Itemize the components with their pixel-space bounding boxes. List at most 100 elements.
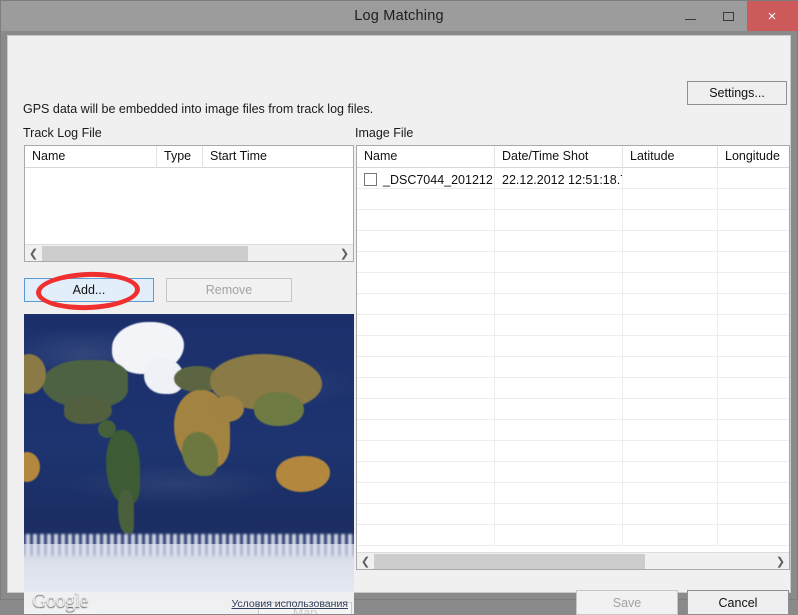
empty-cell-longitude[interactable] — [718, 441, 789, 462]
cancel-button[interactable]: Cancel — [687, 590, 789, 615]
empty-cell-longitude[interactable] — [718, 504, 789, 525]
empty-cell-datetime[interactable] — [495, 273, 623, 294]
table-row[interactable] — [357, 294, 789, 315]
track-log-hscrollbar[interactable]: ❮ ❯ — [25, 244, 353, 261]
empty-cell-longitude[interactable] — [718, 273, 789, 294]
empty-cell-datetime[interactable] — [495, 189, 623, 210]
table-row[interactable] — [357, 462, 789, 483]
empty-cell-datetime[interactable] — [495, 252, 623, 273]
empty-cell-name[interactable] — [357, 420, 495, 441]
track-log-scroll-thumb[interactable] — [42, 245, 248, 261]
empty-cell-name[interactable] — [357, 378, 495, 399]
empty-cell-datetime[interactable] — [495, 315, 623, 336]
table-row[interactable] — [357, 441, 789, 462]
image-file-cell-longitude[interactable] — [718, 168, 789, 189]
empty-cell-longitude[interactable] — [718, 483, 789, 504]
image-file-cell-latitude[interactable] — [623, 168, 718, 189]
table-row[interactable] — [357, 273, 789, 294]
empty-cell-latitude[interactable] — [623, 399, 718, 420]
empty-cell-latitude[interactable] — [623, 252, 718, 273]
table-row[interactable] — [357, 231, 789, 252]
image-file-scroll-track[interactable] — [374, 552, 772, 569]
empty-cell-datetime[interactable] — [495, 336, 623, 357]
empty-cell-longitude[interactable] — [718, 420, 789, 441]
empty-cell-longitude[interactable] — [718, 294, 789, 315]
empty-cell-longitude[interactable] — [718, 210, 789, 231]
empty-cell-latitude[interactable] — [623, 273, 718, 294]
empty-cell-latitude[interactable] — [623, 336, 718, 357]
track-log-header-start-time[interactable]: Start Time — [203, 146, 353, 168]
empty-cell-datetime[interactable] — [495, 483, 623, 504]
empty-cell-datetime[interactable] — [495, 441, 623, 462]
image-file-scroll-thumb[interactable] — [374, 553, 645, 569]
empty-cell-latitude[interactable] — [623, 504, 718, 525]
empty-cell-name[interactable] — [357, 357, 495, 378]
image-file-header-latitude[interactable]: Latitude — [623, 146, 718, 168]
track-log-scroll-track[interactable] — [42, 244, 336, 261]
minimize-button[interactable] — [671, 1, 709, 31]
empty-cell-latitude[interactable] — [623, 315, 718, 336]
image-file-hscrollbar[interactable]: ❮ ❯ — [357, 552, 789, 569]
empty-cell-name[interactable] — [357, 399, 495, 420]
empty-cell-latitude[interactable] — [623, 420, 718, 441]
empty-cell-datetime[interactable] — [495, 420, 623, 441]
empty-cell-latitude[interactable] — [623, 378, 718, 399]
table-row[interactable]: _DSC7044_201212... 22.12.2012 12:51:18.7… — [357, 168, 789, 189]
table-row[interactable] — [357, 399, 789, 420]
row-checkbox[interactable] — [364, 173, 377, 186]
table-row[interactable] — [357, 189, 789, 210]
maximize-button[interactable] — [709, 1, 747, 31]
empty-cell-longitude[interactable] — [718, 399, 789, 420]
empty-cell-latitude[interactable] — [623, 462, 718, 483]
table-row[interactable] — [357, 504, 789, 525]
empty-cell-latitude[interactable] — [623, 483, 718, 504]
map-panel[interactable]: ∧ ∨ ‹ › + − Map Satellite Hybrid Physica… — [24, 314, 354, 614]
empty-cell-longitude[interactable] — [718, 378, 789, 399]
empty-cell-datetime[interactable] — [495, 462, 623, 483]
scroll-right-icon[interactable]: ❯ — [772, 553, 789, 570]
empty-cell-datetime[interactable] — [495, 525, 623, 546]
table-row[interactable] — [357, 336, 789, 357]
empty-cell-name[interactable] — [357, 273, 495, 294]
table-row[interactable] — [357, 483, 789, 504]
empty-cell-name[interactable] — [357, 462, 495, 483]
empty-cell-name[interactable] — [357, 315, 495, 336]
image-file-table[interactable]: Name Date/Time Shot Latitude Longitude _… — [356, 145, 790, 570]
empty-cell-datetime[interactable] — [495, 294, 623, 315]
empty-cell-latitude[interactable] — [623, 189, 718, 210]
image-file-header-datetime[interactable]: Date/Time Shot — [495, 146, 623, 168]
add-button[interactable]: Add... — [24, 278, 154, 302]
track-log-header-name[interactable]: Name — [25, 146, 157, 168]
map-canvas[interactable] — [24, 314, 354, 614]
empty-cell-name[interactable] — [357, 252, 495, 273]
empty-cell-longitude[interactable] — [718, 252, 789, 273]
empty-cell-longitude[interactable] — [718, 189, 789, 210]
empty-cell-datetime[interactable] — [495, 378, 623, 399]
scroll-left-icon[interactable]: ❮ — [25, 245, 42, 262]
empty-cell-latitude[interactable] — [623, 441, 718, 462]
empty-cell-datetime[interactable] — [495, 357, 623, 378]
table-row[interactable] — [357, 315, 789, 336]
empty-cell-longitude[interactable] — [718, 462, 789, 483]
table-row[interactable] — [357, 525, 789, 546]
empty-cell-longitude[interactable] — [718, 315, 789, 336]
empty-cell-name[interactable] — [357, 210, 495, 231]
empty-cell-latitude[interactable] — [623, 294, 718, 315]
empty-cell-latitude[interactable] — [623, 525, 718, 546]
settings-button[interactable]: Settings... — [687, 81, 787, 105]
empty-cell-datetime[interactable] — [495, 504, 623, 525]
close-button[interactable]: × — [747, 1, 797, 31]
empty-cell-name[interactable] — [357, 504, 495, 525]
track-log-table[interactable]: Name Type Start Time ❮ ❯ — [24, 145, 354, 262]
empty-cell-name[interactable] — [357, 483, 495, 504]
image-file-header-longitude[interactable]: Longitude — [718, 146, 789, 168]
scroll-right-icon[interactable]: ❯ — [336, 245, 353, 262]
image-file-header-name[interactable]: Name — [357, 146, 495, 168]
empty-cell-longitude[interactable] — [718, 231, 789, 252]
table-row[interactable] — [357, 252, 789, 273]
empty-cell-name[interactable] — [357, 336, 495, 357]
empty-cell-latitude[interactable] — [623, 231, 718, 252]
empty-cell-latitude[interactable] — [623, 210, 718, 231]
table-row[interactable] — [357, 420, 789, 441]
empty-cell-name[interactable] — [357, 441, 495, 462]
